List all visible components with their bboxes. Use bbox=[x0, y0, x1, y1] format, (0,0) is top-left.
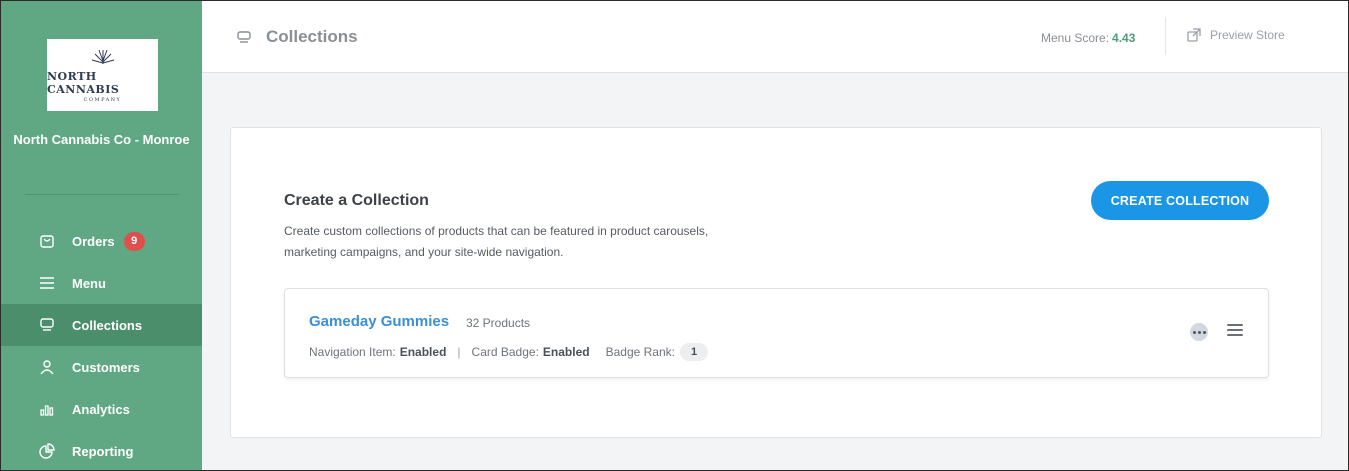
sidebar-item-label: Menu bbox=[72, 275, 106, 291]
page-header: Collections bbox=[236, 27, 358, 47]
sidebar-item-label: Analytics bbox=[72, 401, 130, 417]
badge-rank-label: Badge Rank: bbox=[605, 345, 675, 359]
page-title: Collections bbox=[266, 27, 358, 46]
app-frame: NORTH CANNABIS COMPANY North Cannabis Co… bbox=[0, 0, 1349, 471]
top-header: Collections Menu Score: 4.43 Preview Stor… bbox=[202, 1, 1348, 73]
menu-score-label: Menu Score: bbox=[1041, 31, 1110, 45]
header-divider bbox=[1165, 17, 1166, 55]
sidebar-item-collections[interactable]: Collections bbox=[1, 304, 202, 346]
badge-rank-value: 1 bbox=[680, 343, 708, 361]
bar-chart-icon bbox=[38, 400, 56, 418]
sidebar-item-label: Customers bbox=[72, 359, 140, 375]
menu-score-value: 4.43 bbox=[1112, 31, 1136, 45]
bag-icon bbox=[38, 232, 56, 250]
sidebar-item-analytics[interactable]: Analytics bbox=[1, 388, 202, 430]
logo-subtitle: COMPANY bbox=[83, 96, 122, 103]
user-icon bbox=[38, 358, 56, 376]
pie-chart-icon bbox=[38, 442, 56, 460]
collection-meta: Navigation Item: Enabled | Card Badge: E… bbox=[309, 343, 708, 361]
section-title: Create a Collection bbox=[284, 192, 429, 209]
sidebar-divider bbox=[25, 194, 179, 195]
sidebar-item-label: Reporting bbox=[72, 443, 134, 459]
drag-handle-icon[interactable] bbox=[1227, 324, 1243, 336]
external-link-icon bbox=[1187, 28, 1201, 42]
collection-product-count: 32 Products bbox=[466, 316, 531, 330]
section-description: Create custom collections of products th… bbox=[284, 224, 709, 259]
preview-store-link[interactable]: Preview Store bbox=[1187, 28, 1285, 42]
sidebar-nav: Orders 9 Menu Collections Customers Anal… bbox=[1, 220, 202, 470]
sidebar-item-menu[interactable]: Menu bbox=[1, 262, 202, 304]
monitor-icon bbox=[237, 31, 251, 43]
card-badge-label: Card Badge: bbox=[471, 345, 539, 359]
store-name: North Cannabis Co - Monroe bbox=[13, 132, 190, 147]
logo-wordmark: NORTH CANNABIS bbox=[47, 69, 120, 96]
meta-separator: | bbox=[457, 345, 461, 359]
sidebar-item-label: Collections bbox=[72, 317, 143, 333]
sidebar-item-label: Orders bbox=[72, 233, 115, 249]
collection-row: Gameday Gummies 32 Products Navigation I… bbox=[284, 288, 1269, 378]
store-logo[interactable]: NORTH CANNABIS COMPANY bbox=[47, 39, 158, 111]
collection-name-link[interactable]: Gameday Gummies bbox=[309, 313, 449, 330]
orders-count-badge: 9 bbox=[123, 231, 145, 251]
sidebar-item-orders[interactable]: Orders 9 bbox=[1, 220, 202, 262]
more-options-icon[interactable] bbox=[1190, 323, 1208, 341]
create-collection-button[interactable]: CREATE COLLECTION bbox=[1091, 181, 1269, 220]
sidebar: NORTH CANNABIS COMPANY North Cannabis Co… bbox=[1, 1, 202, 470]
collections-card: Create a Collection Create custom collec… bbox=[230, 127, 1322, 438]
nav-item-value: Enabled bbox=[399, 345, 447, 359]
monitor-icon bbox=[38, 316, 56, 334]
cannabis-leaf-icon bbox=[91, 49, 114, 64]
nav-item-label: Navigation Item: bbox=[309, 345, 396, 359]
sidebar-item-customers[interactable]: Customers bbox=[1, 346, 202, 388]
hamburger-icon bbox=[38, 274, 56, 292]
menu-score: Menu Score: 4.43 bbox=[1041, 31, 1135, 45]
sidebar-item-reporting[interactable]: Reporting bbox=[1, 430, 202, 470]
card-badge-value: Enabled bbox=[542, 345, 590, 359]
preview-store-label: Preview Store bbox=[1210, 28, 1285, 42]
